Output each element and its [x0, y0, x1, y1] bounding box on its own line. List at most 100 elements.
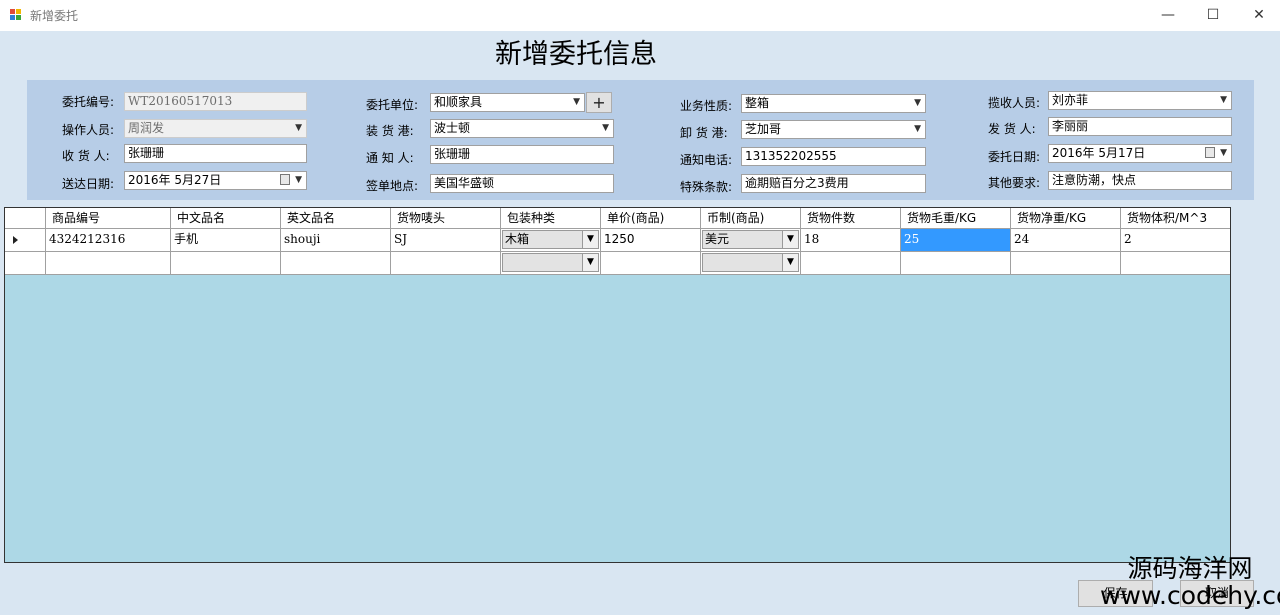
notify-phone-field[interactable]: 131352202555: [741, 147, 926, 166]
chevron-down-icon: ▼: [602, 123, 609, 133]
grid-cell[interactable]: [601, 252, 701, 275]
grid-cell[interactable]: 手机: [171, 229, 281, 252]
calendar-icon: [280, 174, 290, 185]
grid-cell-selected[interactable]: 25: [901, 229, 1011, 252]
unload-port-select[interactable]: 芝加哥 ▼: [741, 120, 926, 139]
label-unload-port: 卸 货 港:: [680, 126, 728, 140]
label-consign-unit: 委托单位:: [366, 98, 419, 112]
grid-cell[interactable]: [1121, 252, 1230, 275]
label-consignee: 收 货 人:: [62, 149, 110, 163]
notify-field[interactable]: 张珊珊: [430, 145, 614, 164]
consignee-field[interactable]: 张珊珊: [124, 144, 307, 163]
currency-value: 美元: [705, 232, 730, 246]
delivery-date-picker[interactable]: 2016年 5月27日 ▼: [124, 171, 307, 190]
grid-cell[interactable]: 18: [801, 229, 901, 252]
grid-cell[interactable]: [901, 252, 1011, 275]
grid-header[interactable]: 货物净重/KG: [1011, 208, 1121, 229]
grid-cell[interactable]: [171, 252, 281, 275]
load-port-select[interactable]: 波士顿 ▼: [430, 119, 614, 138]
unload-port-value: 芝加哥: [745, 122, 782, 136]
chevron-down-icon: ▼: [295, 175, 302, 185]
grid-combo-cell[interactable]: ▼: [701, 252, 801, 275]
label-shipper: 发 货 人:: [988, 122, 1036, 136]
grid-cell[interactable]: [1011, 252, 1121, 275]
grid-cell[interactable]: shouji: [281, 229, 391, 252]
grid-header[interactable]: 商品编号: [46, 208, 171, 229]
chevron-down-icon: ▼: [582, 254, 598, 271]
chevron-down-icon: ▼: [573, 97, 580, 107]
watermark: 源码海洋网 www.codehy.com: [1100, 555, 1280, 609]
label-consign-no: 委托编号:: [62, 95, 115, 109]
collector-value: 刘亦菲: [1052, 93, 1089, 107]
other-req-field[interactable]: 注意防潮，快点: [1048, 171, 1232, 190]
grid-cell[interactable]: [391, 252, 501, 275]
minimize-button[interactable]: —: [1148, 4, 1188, 26]
label-notify-phone: 通知电话:: [680, 153, 733, 167]
grid-cell[interactable]: 24: [1011, 229, 1121, 252]
add-unit-button[interactable]: +: [586, 92, 612, 113]
chevron-down-icon: ▼: [1220, 148, 1227, 158]
watermark-line1: 源码海洋网: [1127, 554, 1253, 583]
grid-cell[interactable]: [46, 252, 171, 275]
chevron-down-icon: ▼: [914, 98, 921, 108]
label-consign-date: 委托日期:: [988, 150, 1041, 164]
grid-header[interactable]: 货物唛头: [391, 208, 501, 229]
grid-cell[interactable]: 1250: [601, 229, 701, 252]
label-special-terms: 特殊条款:: [680, 180, 733, 194]
grid-cell[interactable]: SJ: [391, 229, 501, 252]
grid-combo-cell[interactable]: ▼: [501, 252, 601, 275]
grid-cell[interactable]: 2: [1121, 229, 1230, 252]
goods-grid[interactable]: 商品编号 中文品名 英文品名 货物唛头 包装种类 单价(商品) 币制(商品) 货…: [4, 207, 1231, 563]
operator-select[interactable]: 周润发 ▼: [124, 119, 307, 138]
chevron-down-icon: ▼: [295, 123, 302, 133]
consign-unit-select[interactable]: 和顺家具 ▼: [430, 93, 585, 112]
chevron-down-icon: ▼: [914, 124, 921, 134]
grid-header[interactable]: 中文品名: [171, 208, 281, 229]
shipper-field[interactable]: 李丽丽: [1048, 117, 1232, 136]
operator-value: 周润发: [128, 121, 165, 135]
grid-combo-cell[interactable]: 木箱 ▼: [501, 229, 601, 252]
sign-place-field[interactable]: 美国华盛顿: [430, 174, 614, 193]
chevron-down-icon: ▼: [1220, 95, 1227, 105]
title-bar: 新增委托 — ☐ ✕: [0, 0, 1280, 31]
label-operator: 操作人员:: [62, 123, 115, 137]
maximize-button[interactable]: ☐: [1193, 4, 1233, 26]
label-delivery-date: 送达日期:: [62, 177, 115, 191]
window-title: 新增委托: [30, 9, 79, 23]
grid-cell[interactable]: [801, 252, 901, 275]
consign-date-picker[interactable]: 2016年 5月17日 ▼: [1048, 144, 1232, 163]
form-title: 新增委托信息: [495, 39, 657, 70]
grid-cell[interactable]: [281, 252, 391, 275]
calendar-icon: [1205, 147, 1215, 158]
row-header-current[interactable]: [5, 229, 46, 252]
consign-no-field[interactable]: WT20160517013: [124, 92, 307, 111]
label-business-type: 业务性质:: [680, 99, 733, 113]
load-port-value: 波士顿: [434, 121, 471, 135]
consign-date-value: 2016年 5月17日: [1052, 146, 1146, 160]
collector-select[interactable]: 刘亦菲 ▼: [1048, 91, 1232, 110]
chevron-down-icon: ▼: [782, 254, 798, 271]
special-terms-field[interactable]: 逾期赔百分之3费用: [741, 174, 926, 193]
label-other-req: 其他要求:: [988, 176, 1041, 190]
package-type-value: 木箱: [505, 232, 530, 246]
label-load-port: 装 货 港:: [366, 124, 414, 138]
grid-header[interactable]: 币制(商品): [701, 208, 801, 229]
chevron-down-icon: ▼: [582, 231, 598, 248]
grid-header[interactable]: 英文品名: [281, 208, 391, 229]
grid-cell[interactable]: 4324212316: [46, 229, 171, 252]
app-icon: [10, 9, 22, 21]
label-notify: 通 知 人:: [366, 151, 414, 165]
grid-header[interactable]: 货物体积/M^3: [1121, 208, 1230, 229]
close-button[interactable]: ✕: [1239, 4, 1279, 26]
delivery-date-value: 2016年 5月27日: [128, 173, 222, 187]
grid-header[interactable]: 包装种类: [501, 208, 601, 229]
chevron-down-icon: ▼: [782, 231, 798, 248]
grid-header[interactable]: 单价(商品): [601, 208, 701, 229]
row-header-new[interactable]: [5, 252, 46, 275]
business-type-value: 整箱: [745, 96, 770, 110]
grid-header[interactable]: 货物毛重/KG: [901, 208, 1011, 229]
consign-unit-value: 和顺家具: [434, 95, 483, 109]
business-type-select[interactable]: 整箱 ▼: [741, 94, 926, 113]
grid-header[interactable]: 货物件数: [801, 208, 901, 229]
grid-combo-cell[interactable]: 美元 ▼: [701, 229, 801, 252]
